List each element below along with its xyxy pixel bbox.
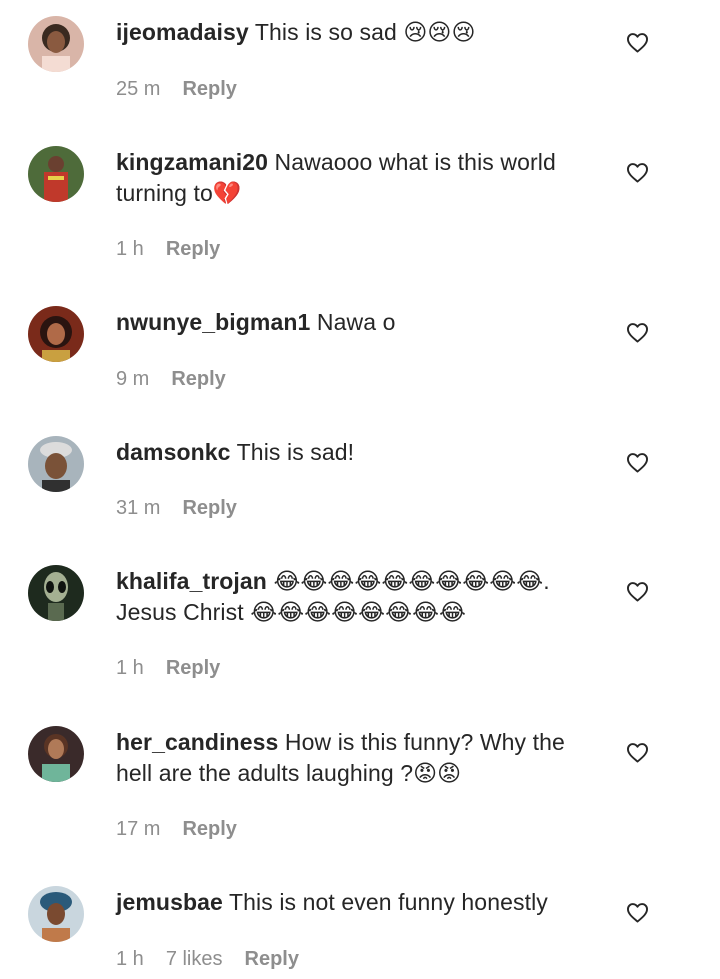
comment-body: her_candiness How is this funny? Why the… — [116, 726, 596, 789]
comment-text: This is so sad 😢😢😢 — [254, 19, 476, 45]
avatar[interactable] — [28, 436, 84, 492]
username[interactable]: her_candiness — [116, 729, 278, 755]
reply-button[interactable]: Reply — [182, 497, 236, 520]
timestamp: 1 h — [116, 948, 144, 970]
comment-body: jemusbae This is not even funny honestly — [116, 886, 596, 918]
avatar[interactable] — [28, 565, 84, 621]
username[interactable]: nwunye_bigman1 — [116, 309, 310, 335]
comment-body: nwunye_bigman1 Nawa o — [116, 306, 596, 338]
comment-body: kingzamani20 Nawaooo what is this world … — [116, 146, 596, 209]
timestamp: 25 m — [116, 78, 161, 100]
reply-button[interactable]: Reply — [166, 657, 220, 680]
username[interactable]: khalifa_trojan — [116, 568, 267, 594]
heart-outline-icon[interactable] — [626, 902, 649, 923]
timestamp: 1 h — [116, 657, 144, 679]
comment-text: This is not even funny honestly — [228, 889, 548, 915]
heart-outline-icon[interactable] — [626, 581, 649, 602]
username[interactable]: jemusbae — [116, 889, 223, 915]
comment-meta: 9 m Reply — [116, 368, 226, 391]
comment-text: This is sad! — [236, 439, 355, 465]
timestamp: 9 m — [116, 368, 150, 390]
comment-text: Nawa o — [316, 309, 396, 335]
avatar[interactable] — [28, 726, 84, 782]
timestamp: 1 h — [116, 238, 144, 260]
reply-button[interactable]: Reply — [245, 948, 299, 971]
comment-meta: 17 m Reply — [116, 818, 237, 841]
heart-outline-icon[interactable] — [626, 742, 649, 763]
avatar[interactable] — [28, 16, 84, 72]
comment-body: khalifa_trojan 😂😂😂😂😂😂😂😂😂😂. Jesus Christ … — [116, 565, 596, 628]
timestamp: 17 m — [116, 818, 161, 840]
comment-meta: 1 h 7 likes Reply — [116, 948, 299, 971]
username[interactable]: ijeomadaisy — [116, 19, 249, 45]
heart-outline-icon[interactable] — [626, 322, 649, 343]
heart-outline-icon[interactable] — [626, 162, 649, 183]
username[interactable]: damsonkc — [116, 439, 231, 465]
username[interactable]: kingzamani20 — [116, 149, 268, 175]
comment-meta: 1 h Reply — [116, 238, 220, 261]
comment-meta: 1 h Reply — [116, 657, 220, 680]
like-count[interactable]: 7 likes — [166, 948, 223, 971]
comment-meta: 25 m Reply — [116, 78, 237, 101]
reply-button[interactable]: Reply — [166, 238, 220, 261]
heart-outline-icon[interactable] — [626, 32, 649, 53]
reply-button[interactable]: Reply — [182, 818, 236, 841]
heart-outline-icon[interactable] — [626, 452, 649, 473]
comment-body: ijeomadaisy This is so sad 😢😢😢 — [116, 16, 596, 48]
comment-body: damsonkc This is sad! — [116, 436, 596, 468]
reply-button[interactable]: Reply — [171, 368, 225, 391]
comment-meta: 31 m Reply — [116, 497, 237, 520]
avatar[interactable] — [28, 146, 84, 202]
reply-button[interactable]: Reply — [182, 78, 236, 101]
timestamp: 31 m — [116, 497, 161, 519]
avatar[interactable] — [28, 886, 84, 942]
avatar[interactable] — [28, 306, 84, 362]
